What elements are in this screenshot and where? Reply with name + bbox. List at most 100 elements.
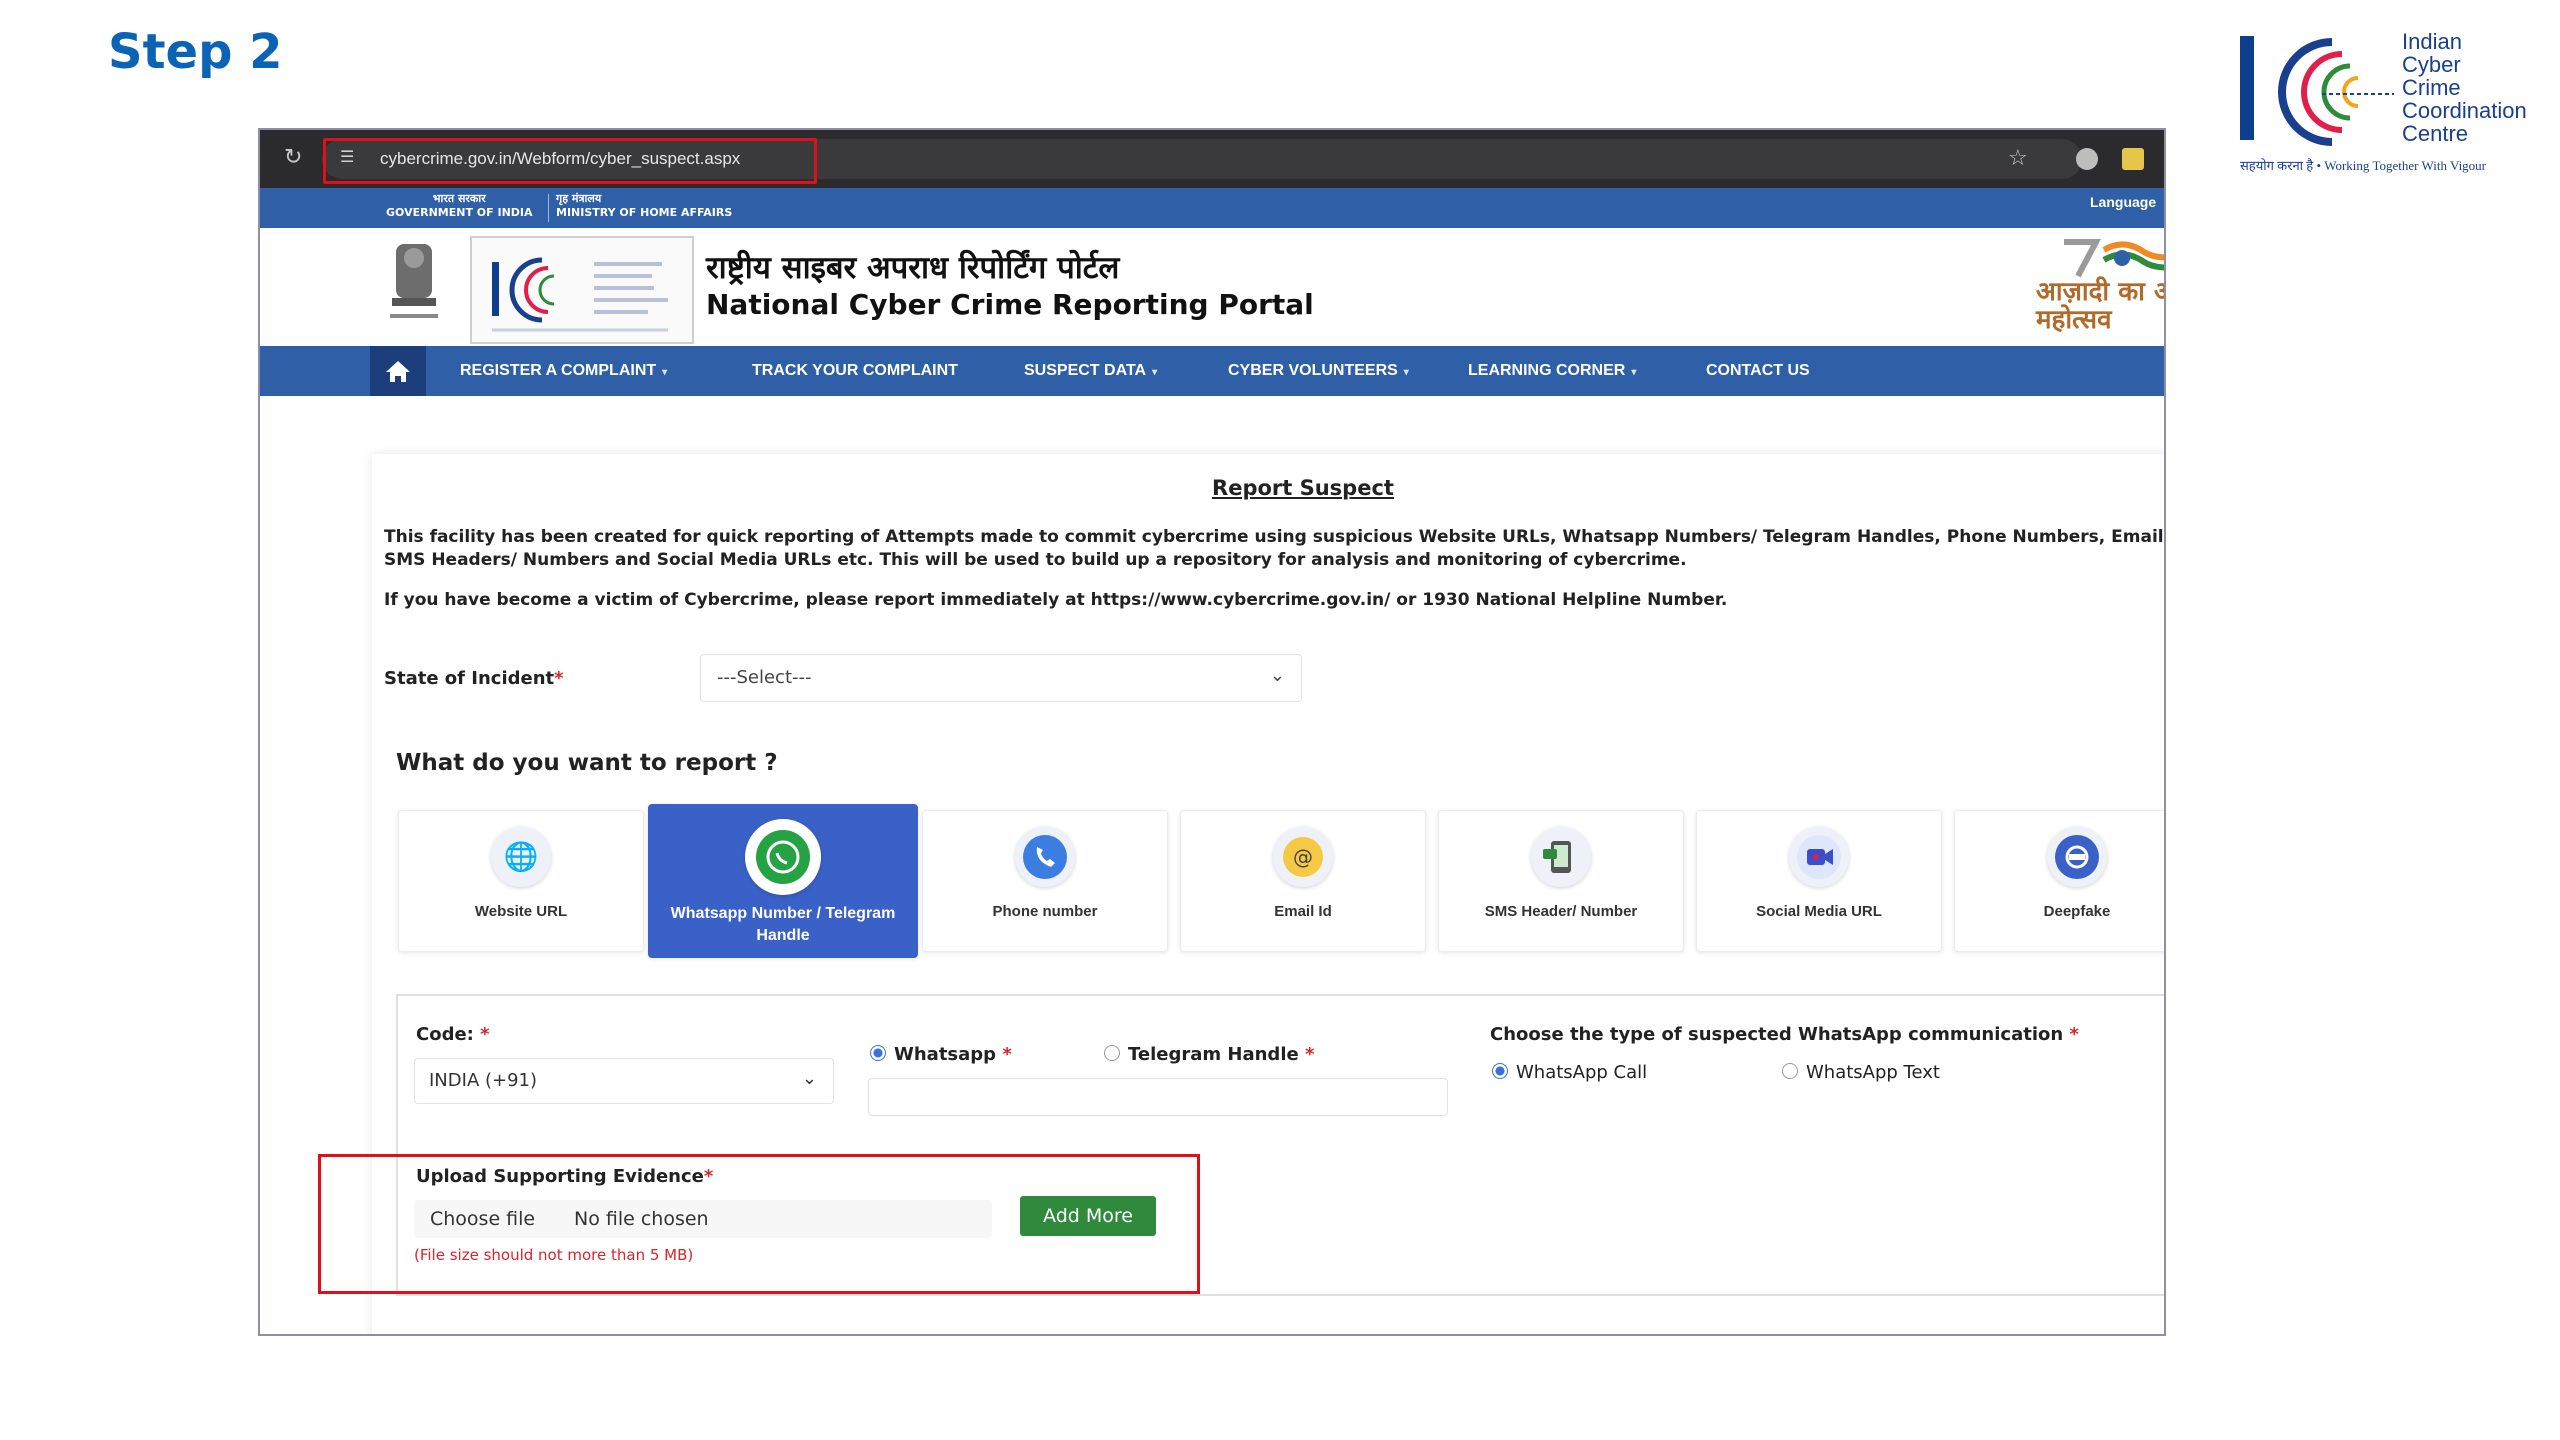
nav-label: CYBER VOLUNTEERS: [1228, 362, 1398, 379]
wa-type-label-text: Choose the type of suspected WhatsApp co…: [1490, 1024, 2064, 1045]
card-label: Email Id: [1274, 903, 1332, 920]
card-label: Social Media URL: [1756, 903, 1882, 920]
chevron-down-icon: ▾: [1403, 367, 1409, 378]
portal-title-hindi: राष्ट्रीय साइबर अपराध रिपोर्टिंग पोर्टल: [706, 250, 1120, 286]
report-type-sms-header[interactable]: SMS Header/ Number: [1438, 810, 1684, 952]
required-marker: *: [1002, 1044, 1012, 1065]
required-marker: *: [2069, 1024, 2079, 1045]
page-title: Report Suspect: [1212, 476, 1394, 500]
report-type-website-url[interactable]: 🌐 Website URL: [398, 810, 644, 952]
extension-icon[interactable]: [2076, 148, 2098, 170]
radio-unselected-icon: [1104, 1045, 1120, 1061]
browser-toolbar: ↻ ☰ cybercrime.gov.in/Webform/cyber_susp…: [260, 130, 2164, 188]
nav-suspect-data[interactable]: SUSPECT DATA ▾: [1024, 362, 1157, 380]
radio-selected-icon: [1492, 1063, 1508, 1079]
card-label: Phone number: [992, 903, 1098, 920]
reload-icon[interactable]: ↻: [284, 146, 308, 170]
nav-contact-us[interactable]: CONTACT US: [1706, 362, 1810, 380]
nav-cyber-volunteers[interactable]: CYBER VOLUNTEERS ▾: [1228, 362, 1409, 380]
nav-track-complaint[interactable]: TRACK YOUR COMPLAINT: [752, 362, 958, 380]
i4c-logo-letter-i: [2240, 36, 2254, 140]
whatsapp-icon: [745, 819, 821, 895]
report-type-social-media-url[interactable]: Social Media URL: [1696, 810, 1942, 952]
radio-whatsapp-call[interactable]: WhatsApp Call: [1492, 1062, 1647, 1083]
code-label-text: Code:: [416, 1024, 474, 1045]
radio-whatsapp[interactable]: Whatsapp *: [870, 1044, 1012, 1065]
gov-india-label: भारत सरकार GOVERNMENT OF INDIA: [386, 192, 533, 220]
home-icon: [386, 361, 410, 382]
i4c-logo-box: [470, 236, 694, 344]
deepfake-icon: [2047, 827, 2107, 887]
portal-title-english: National Cyber Crime Reporting Portal: [706, 288, 1314, 321]
radio-label: WhatsApp Text: [1806, 1062, 1940, 1083]
email-icon: @: [1273, 827, 1333, 887]
gov-strip: भारत सरकार GOVERNMENT OF INDIA गृह मंत्र…: [260, 188, 2164, 228]
i4c-word: Centre: [2402, 121, 2469, 146]
url-highlight-box: [323, 138, 817, 184]
i4c-arc-icon: [2278, 38, 2394, 146]
seventy-five-icon: [2064, 239, 2164, 278]
nav-register-complaint[interactable]: REGISTER A COMPLAINT ▾: [460, 362, 667, 380]
radio-label: WhatsApp Call: [1516, 1062, 1648, 1083]
i4c-word: Indian: [2402, 29, 2462, 54]
i4c-word: Crime: [2402, 75, 2461, 100]
wa-type-label: Choose the type of suspected WhatsApp co…: [1490, 1024, 2079, 1045]
code-label: Code: *: [416, 1024, 490, 1045]
phone-icon: [1015, 827, 1075, 887]
report-type-heading: What do you want to report ?: [396, 750, 778, 776]
nav-learning-corner[interactable]: LEARNING CORNER ▾: [1468, 362, 1636, 380]
i4c-logo: Indian Cyber Crime Coordination Centre स…: [2240, 28, 2550, 178]
nav-label: TRACK YOUR COMPLAINT: [752, 362, 958, 379]
radio-selected-icon: [870, 1045, 886, 1061]
radio-label: Telegram Handle: [1128, 1044, 1299, 1065]
ministry-label: गृह मंत्रालय MINISTRY OF HOME AFFAIRS: [556, 192, 732, 220]
card-label: Whatsapp Number / Telegram Handle: [670, 905, 896, 944]
required-marker: *: [554, 668, 564, 689]
required-marker: *: [1304, 1044, 1315, 1065]
language-button[interactable]: Language: [2090, 194, 2156, 210]
upload-highlight-box: [318, 1154, 1200, 1294]
country-code-value: INDIA (+91): [429, 1070, 538, 1091]
radio-telegram-handle[interactable]: Telegram Handle *: [1104, 1044, 1314, 1065]
report-type-email-id[interactable]: @ Email Id: [1180, 810, 1426, 952]
azadi-ka-amrit-mahotsav-logo: आज़ादी का अमृत महोत्सव: [2034, 236, 2164, 336]
country-code-select[interactable]: INDIA (+91) ⌄: [414, 1058, 834, 1104]
description-text: This facility has been created for quick…: [384, 527, 2166, 570]
chevron-down-icon: ⌄: [801, 1068, 817, 1089]
gov-india-english: GOVERNMENT OF INDIA: [386, 206, 533, 219]
radio-whatsapp-text[interactable]: WhatsApp Text: [1782, 1062, 1940, 1083]
report-type-phone-number[interactable]: Phone number: [922, 810, 1168, 952]
chevron-down-icon: ▾: [662, 367, 668, 378]
state-label-text: State of Incident: [384, 668, 555, 689]
report-type-deepfake[interactable]: Deepfake: [1954, 810, 2164, 952]
browser-window: ↻ ☰ cybercrime.gov.in/Webform/cyber_susp…: [258, 128, 2166, 1336]
card-label: Deepfake: [2043, 903, 2111, 920]
extension-icon[interactable]: [2122, 148, 2144, 170]
state-label: State of Incident*: [384, 668, 564, 689]
i4c-word: Cyber: [2402, 52, 2461, 77]
required-marker: *: [480, 1024, 490, 1045]
report-type-whatsapp-telegram[interactable]: Whatsapp Number / Telegram Handle: [648, 804, 918, 958]
radio-label: Whatsapp: [894, 1044, 997, 1065]
nav-label: SUSPECT DATA: [1024, 362, 1147, 379]
whatsapp-number-input[interactable]: [868, 1078, 1448, 1116]
i4c-words: Indian Cyber Crime Coordination Centre: [2402, 30, 2527, 145]
azadi-text: आज़ादी का अमृत महोत्सव: [2036, 277, 2164, 335]
national-emblem-icon: [390, 244, 438, 318]
divider: [548, 194, 549, 222]
gov-india-hindi: भारत सरकार: [432, 192, 486, 205]
svg-text:@: @: [1293, 845, 1313, 869]
card-label: SMS Header/ Number: [1484, 903, 1638, 920]
sms-icon: [1531, 827, 1591, 887]
home-button[interactable]: [370, 346, 426, 396]
nav-label: CONTACT US: [1706, 362, 1810, 379]
ministry-english: MINISTRY OF HOME AFFAIRS: [556, 206, 733, 219]
star-icon[interactable]: ☆: [2008, 146, 2028, 171]
portal-header: राष्ट्रीय साइबर अपराध रिपोर्टिंग पोर्टल …: [260, 228, 2164, 346]
globe-icon: 🌐: [491, 827, 551, 887]
main-nav: REGISTER A COMPLAINT ▾ TRACK YOUR COMPLAI…: [260, 346, 2164, 396]
state-select[interactable]: ---Select--- ⌄: [700, 654, 1302, 702]
nav-label: LEARNING CORNER: [1468, 362, 1626, 379]
nav-label: REGISTER A COMPLAINT: [460, 362, 657, 379]
chevron-down-icon: ▾: [1631, 367, 1637, 378]
